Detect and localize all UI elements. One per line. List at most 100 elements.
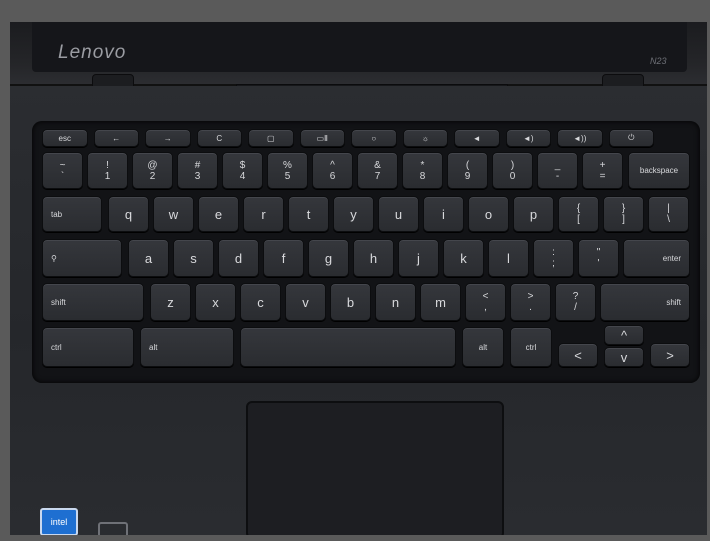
- num-key-3[interactable]: #3: [177, 152, 218, 189]
- fn-key-5[interactable]: ▭Ⅱ: [299, 129, 345, 147]
- key-shift-glyph: ): [510, 159, 515, 171]
- letter-key-r[interactable]: r: [243, 196, 284, 232]
- key-glyph: 1: [104, 170, 111, 182]
- num-key-10[interactable]: ) 0: [492, 152, 533, 189]
- tab-key[interactable]: tab: [42, 196, 102, 232]
- key-shift-glyph: !: [106, 159, 109, 171]
- letter-key-j[interactable]: j: [398, 239, 439, 277]
- letter-key-s[interactable]: s: [173, 239, 214, 277]
- letter-key-a[interactable]: a: [128, 239, 169, 277]
- letter-key-u[interactable]: u: [378, 196, 419, 232]
- letter-key-c[interactable]: c: [240, 283, 281, 321]
- alt-left-key[interactable]: alt: [140, 327, 234, 367]
- num-key-2[interactable]: @2: [132, 152, 173, 189]
- letter-key-n[interactable]: n: [375, 283, 416, 321]
- key-shift-glyph: ?: [572, 291, 579, 302]
- key-shift-glyph: &: [374, 159, 381, 171]
- key-glyph: `: [60, 170, 65, 182]
- symbol-key-r3-0[interactable]: :;: [533, 239, 574, 277]
- letter-key-i[interactable]: i: [423, 196, 464, 232]
- screen-bezel: [32, 22, 687, 72]
- num-key-6[interactable]: ^ 6: [312, 152, 353, 189]
- num-key-1[interactable]: ! 1: [87, 152, 128, 189]
- symbol-key-r4-0[interactable]: <,: [465, 283, 506, 321]
- key-glyph: 3: [194, 170, 201, 182]
- num-key-5[interactable]: % 5: [267, 152, 308, 189]
- letter-key-y[interactable]: y: [333, 196, 374, 232]
- key-glyph: ,: [484, 302, 487, 313]
- fn-key-11[interactable]: ⏻: [608, 129, 654, 147]
- arrow-right-key[interactable]: >: [650, 343, 690, 367]
- key-glyph: 2: [149, 170, 156, 182]
- key-glyph: =: [599, 170, 606, 182]
- num-key-7[interactable]: & 7: [357, 152, 398, 189]
- letter-key-f[interactable]: f: [263, 239, 304, 277]
- key-shift-glyph: #: [194, 159, 201, 171]
- letter-key-p[interactable]: p: [513, 196, 554, 232]
- num-key-0[interactable]: ~ `: [42, 152, 83, 189]
- fn-key-10[interactable]: ◄)): [557, 129, 603, 147]
- sticker: [98, 522, 128, 535]
- enter-key[interactable]: enter: [623, 239, 690, 277]
- shift-left-key[interactable]: shift: [42, 283, 144, 321]
- letter-key-t[interactable]: t: [288, 196, 329, 232]
- search-key[interactable]: ⚲: [42, 239, 122, 277]
- key-glyph: 7: [374, 170, 381, 182]
- letter-key-m[interactable]: m: [420, 283, 461, 321]
- ctrl-right-key[interactable]: ctrl: [510, 327, 552, 367]
- key-glyph: /: [574, 302, 577, 313]
- fn-key-4[interactable]: ▢: [248, 129, 294, 147]
- arrow-left-key[interactable]: <: [558, 343, 598, 367]
- backspace-key[interactable]: backspace: [628, 152, 690, 189]
- letter-key-o[interactable]: o: [468, 196, 509, 232]
- fn-key-9[interactable]: ◄): [505, 129, 551, 147]
- fn-key-6[interactable]: ○: [351, 129, 397, 147]
- letter-key-w[interactable]: w: [153, 196, 194, 232]
- fn-key-7[interactable]: ☼: [402, 129, 448, 147]
- arrow-up-key[interactable]: ^: [604, 325, 644, 345]
- symbol-key-2[interactable]: | \: [648, 196, 689, 232]
- num-key-12[interactable]: + =: [582, 152, 623, 189]
- letter-key-z[interactable]: z: [150, 283, 191, 321]
- key-glyph: .: [529, 302, 532, 313]
- letter-key-d[interactable]: d: [218, 239, 259, 277]
- num-key-9[interactable]: (9: [447, 152, 488, 189]
- space-key[interactable]: [240, 327, 456, 367]
- fn-key-8[interactable]: ◄: [454, 129, 500, 147]
- shift-right-key[interactable]: shift: [600, 283, 690, 321]
- key-shift-glyph: ": [596, 247, 601, 258]
- letter-key-x[interactable]: x: [195, 283, 236, 321]
- key-shift-glyph: {: [576, 203, 581, 214]
- letter-key-e[interactable]: e: [198, 196, 239, 232]
- alt-right-key[interactable]: alt: [462, 327, 504, 367]
- keyboard-deck: esc ← → C ▢ ▭Ⅱ ○ ☼ ◄ ◄) ◄)) ⏻ ~ `! 1 @2 #3 $4% 5 ^ 6 & 7 * 8(9) 0…: [10, 86, 707, 535]
- letter-key-k[interactable]: k: [443, 239, 484, 277]
- trackpad[interactable]: [246, 401, 504, 535]
- symbol-key-r4-1[interactable]: >.: [510, 283, 551, 321]
- arrow-down-key[interactable]: v: [604, 347, 644, 367]
- key-glyph: ]: [622, 214, 625, 225]
- brand-logo: Lenovo: [58, 42, 127, 63]
- key-shift-glyph: |: [667, 203, 670, 214]
- ctrl-left-key[interactable]: ctrl: [42, 327, 134, 367]
- letter-key-l[interactable]: l: [488, 239, 529, 277]
- fn-key-0[interactable]: esc: [42, 129, 88, 147]
- letter-key-q[interactable]: q: [108, 196, 149, 232]
- letter-key-b[interactable]: b: [330, 283, 371, 321]
- key-shift-glyph: (: [465, 159, 470, 171]
- num-key-4[interactable]: $4: [222, 152, 263, 189]
- letter-key-v[interactable]: v: [285, 283, 326, 321]
- fn-key-2[interactable]: →: [145, 129, 191, 147]
- letter-key-g[interactable]: g: [308, 239, 349, 277]
- letter-key-h[interactable]: h: [353, 239, 394, 277]
- fn-key-3[interactable]: C: [196, 129, 242, 147]
- key-glyph: -: [555, 170, 560, 182]
- symbol-key-r3-1[interactable]: " ': [578, 239, 619, 277]
- symbol-key-0[interactable]: {[: [558, 196, 599, 232]
- num-key-8[interactable]: * 8: [402, 152, 443, 189]
- fn-key-1[interactable]: ←: [93, 129, 139, 147]
- symbol-key-1[interactable]: }]: [603, 196, 644, 232]
- symbol-key-r4-2[interactable]: ? /: [555, 283, 596, 321]
- num-key-11[interactable]: _ -: [537, 152, 578, 189]
- key-glyph: 4: [239, 170, 246, 182]
